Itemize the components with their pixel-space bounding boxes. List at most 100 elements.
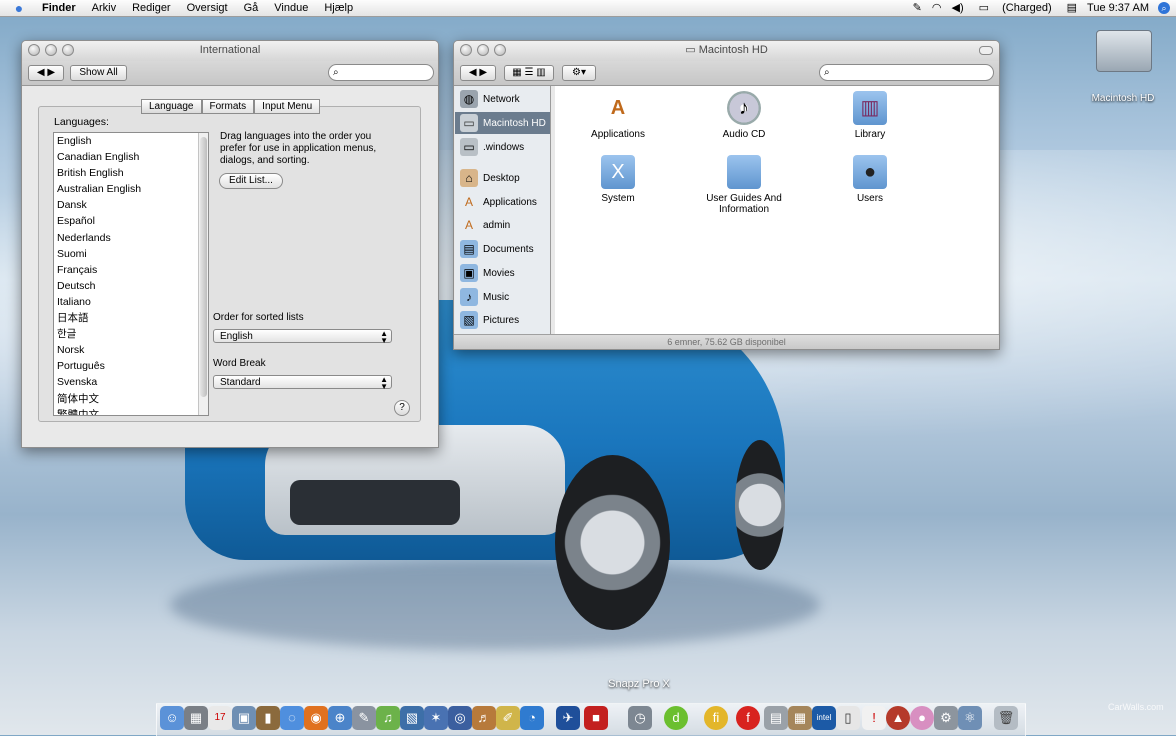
help-button[interactable]: ?	[394, 400, 410, 416]
view-buttons[interactable]: ▦ ☰ ▥	[504, 65, 554, 81]
close-button[interactable]	[28, 44, 40, 56]
sidebar-item-pictures[interactable]: ▧ Pictures	[455, 309, 550, 331]
calculator-dock-icon[interactable]: ▦	[184, 706, 208, 730]
sidebar-item-windows[interactable]: ▭ .windows	[455, 136, 550, 158]
apple-menu-icon[interactable]: ●	[12, 1, 26, 15]
script-menu-icon[interactable]: ✎	[908, 0, 927, 16]
network-utility-dock-icon[interactable]: ◔	[520, 706, 544, 730]
dreamweaver-dock-icon[interactable]: d	[664, 706, 688, 730]
list-item[interactable]: Nederlands	[54, 230, 208, 246]
sorted-lists-popup[interactable]: English ▲ ▼	[213, 329, 392, 345]
garageband-dock-icon[interactable]: ♬	[472, 706, 496, 730]
snapz-pro-dock-icon[interactable]: ■	[584, 706, 608, 730]
languages-scrollbar[interactable]	[198, 133, 208, 415]
back-forward-button[interactable]: ◀ ▶	[28, 65, 64, 81]
minimize-button[interactable]	[477, 44, 489, 56]
flash-dock-icon[interactable]: f	[736, 706, 760, 730]
pref-search-field[interactable]: ⌕	[328, 64, 434, 81]
spotlight-icon[interactable]: ⌕	[1158, 2, 1170, 14]
sidebar-item-documents[interactable]: ▤ Documents	[455, 238, 550, 260]
textedit-dock-icon[interactable]: !	[862, 706, 886, 730]
sidebar-item-network[interactable]: ◍ Network	[455, 88, 550, 110]
file-item-system[interactable]: X System	[570, 155, 666, 204]
file-item-user-guides[interactable]: User Guides And Information	[696, 155, 792, 215]
tab-formats[interactable]: Formats	[201, 99, 255, 114]
toolbar-toggle-button[interactable]	[979, 46, 993, 55]
cyberduck-dock-icon[interactable]: ✈	[556, 706, 580, 730]
trash-dock-icon[interactable]: 🗑	[994, 706, 1018, 730]
volume-icon[interactable]: ◀)	[947, 0, 969, 16]
zoom-button[interactable]	[62, 44, 74, 56]
color-dock-icon[interactable]: ●	[910, 706, 934, 730]
sidebar-item-movies[interactable]: ▣ Movies	[455, 262, 550, 284]
menu-finder[interactable]: Finder	[34, 0, 84, 16]
app-dock-icon[interactable]: ▲	[886, 706, 910, 730]
itunes-dock-icon[interactable]: ♫	[376, 706, 400, 730]
dictionary-dock-icon[interactable]: ▮	[256, 706, 280, 730]
package-dock-icon[interactable]: ▦	[788, 706, 812, 730]
scrollbar-thumb[interactable]	[200, 137, 207, 397]
ical-dock-icon[interactable]: 17	[208, 706, 232, 730]
battery-status[interactable]: ▭ (Charged)	[969, 0, 1062, 16]
idvd-dock-icon[interactable]: ◎	[448, 706, 472, 730]
ipod-dock-icon[interactable]: ▯	[836, 706, 860, 730]
list-item[interactable]: Australian English	[54, 181, 208, 197]
minimize-button[interactable]	[45, 44, 57, 56]
time-machine-dock-icon[interactable]: ◷	[628, 706, 652, 730]
list-item[interactable]: Norsk	[54, 342, 208, 358]
list-item[interactable]: Italiano	[54, 294, 208, 310]
file-item-library[interactable]: ▥ Library	[822, 91, 918, 140]
list-item[interactable]: English	[54, 133, 208, 149]
list-item[interactable]: Svenska	[54, 374, 208, 390]
word-break-popup[interactable]: Standard ▲ ▼	[213, 375, 392, 391]
sidebar-item-admin[interactable]: Aadmin	[455, 214, 550, 236]
fontographer-dock-icon[interactable]: fi	[704, 706, 728, 730]
firefox-dock-icon[interactable]: ◉	[304, 706, 328, 730]
menu-vindue[interactable]: Vindue	[266, 0, 316, 16]
finder-dock-icon[interactable]: ☺	[160, 706, 184, 730]
list-item[interactable]: Suomi	[54, 246, 208, 262]
list-item[interactable]: Canadian English	[54, 149, 208, 165]
international-titlebar[interactable]: International	[22, 41, 438, 61]
finder-search-field[interactable]: ⌕	[819, 64, 994, 81]
intel-dock-icon[interactable]: intel	[812, 706, 836, 730]
menu-rediger[interactable]: Rediger	[124, 0, 179, 16]
menu-oversigt[interactable]: Oversigt	[179, 0, 236, 16]
list-item[interactable]: 한글	[54, 326, 208, 342]
action-gear-button[interactable]: ⚙▾	[562, 65, 596, 81]
list-item[interactable]: Español	[54, 213, 208, 229]
list-item[interactable]: 日本語	[54, 310, 208, 326]
menu-arkiv[interactable]: Arkiv	[84, 0, 124, 16]
list-item[interactable]: British English	[54, 165, 208, 181]
iweb-dock-icon[interactable]: ✐	[496, 706, 520, 730]
system-preferences-dock-icon[interactable]: ⚙	[934, 706, 958, 730]
tab-language[interactable]: Language	[141, 99, 202, 114]
languages-list[interactable]: English Canadian English British English…	[53, 132, 209, 416]
finder-titlebar[interactable]: ▭ Macintosh HD	[454, 41, 999, 61]
menu-clock[interactable]: Tue 9:37 AM	[1082, 0, 1154, 16]
list-item[interactable]: Português	[54, 358, 208, 374]
menu-hjaelp[interactable]: Hjælp	[316, 0, 361, 16]
sidebar-item-applications[interactable]: A Applications	[455, 191, 550, 213]
iphoto-dock-icon[interactable]: ▧	[400, 706, 424, 730]
sidebar-item-music[interactable]: ♪ Music	[455, 286, 550, 308]
zoom-button[interactable]	[494, 44, 506, 56]
list-item[interactable]: 繁體中文	[54, 407, 208, 415]
menu-ga[interactable]: Gå	[236, 0, 267, 16]
sidebar-item-desktop[interactable]: ⌂ Desktop	[455, 167, 550, 189]
wifi-icon[interactable]: ◠	[927, 0, 947, 16]
safari-dock-icon[interactable]: ⊕	[328, 706, 352, 730]
list-item[interactable]: Deutsch	[54, 278, 208, 294]
file-item-applications[interactable]: A Applications	[570, 91, 666, 140]
sidebar-item-macintosh-hd[interactable]: ▭ Macintosh HD	[455, 112, 550, 134]
file-item-users[interactable]: ● Users	[822, 155, 918, 204]
macintosh-hd-desktop-label[interactable]: Macintosh HD	[1080, 93, 1166, 104]
preview-dock-icon[interactable]: ▣	[232, 706, 256, 730]
tab-input-menu[interactable]: Input Menu	[254, 99, 321, 114]
close-button[interactable]	[460, 44, 472, 56]
utility-dock-icon[interactable]: ▤	[764, 706, 788, 730]
edit-list-button[interactable]: Edit List...	[219, 173, 283, 189]
back-forward-button[interactable]: ◀ ▶	[460, 65, 496, 81]
list-item[interactable]: Dansk	[54, 197, 208, 213]
macintosh-hd-desktop-icon[interactable]	[1096, 30, 1152, 72]
